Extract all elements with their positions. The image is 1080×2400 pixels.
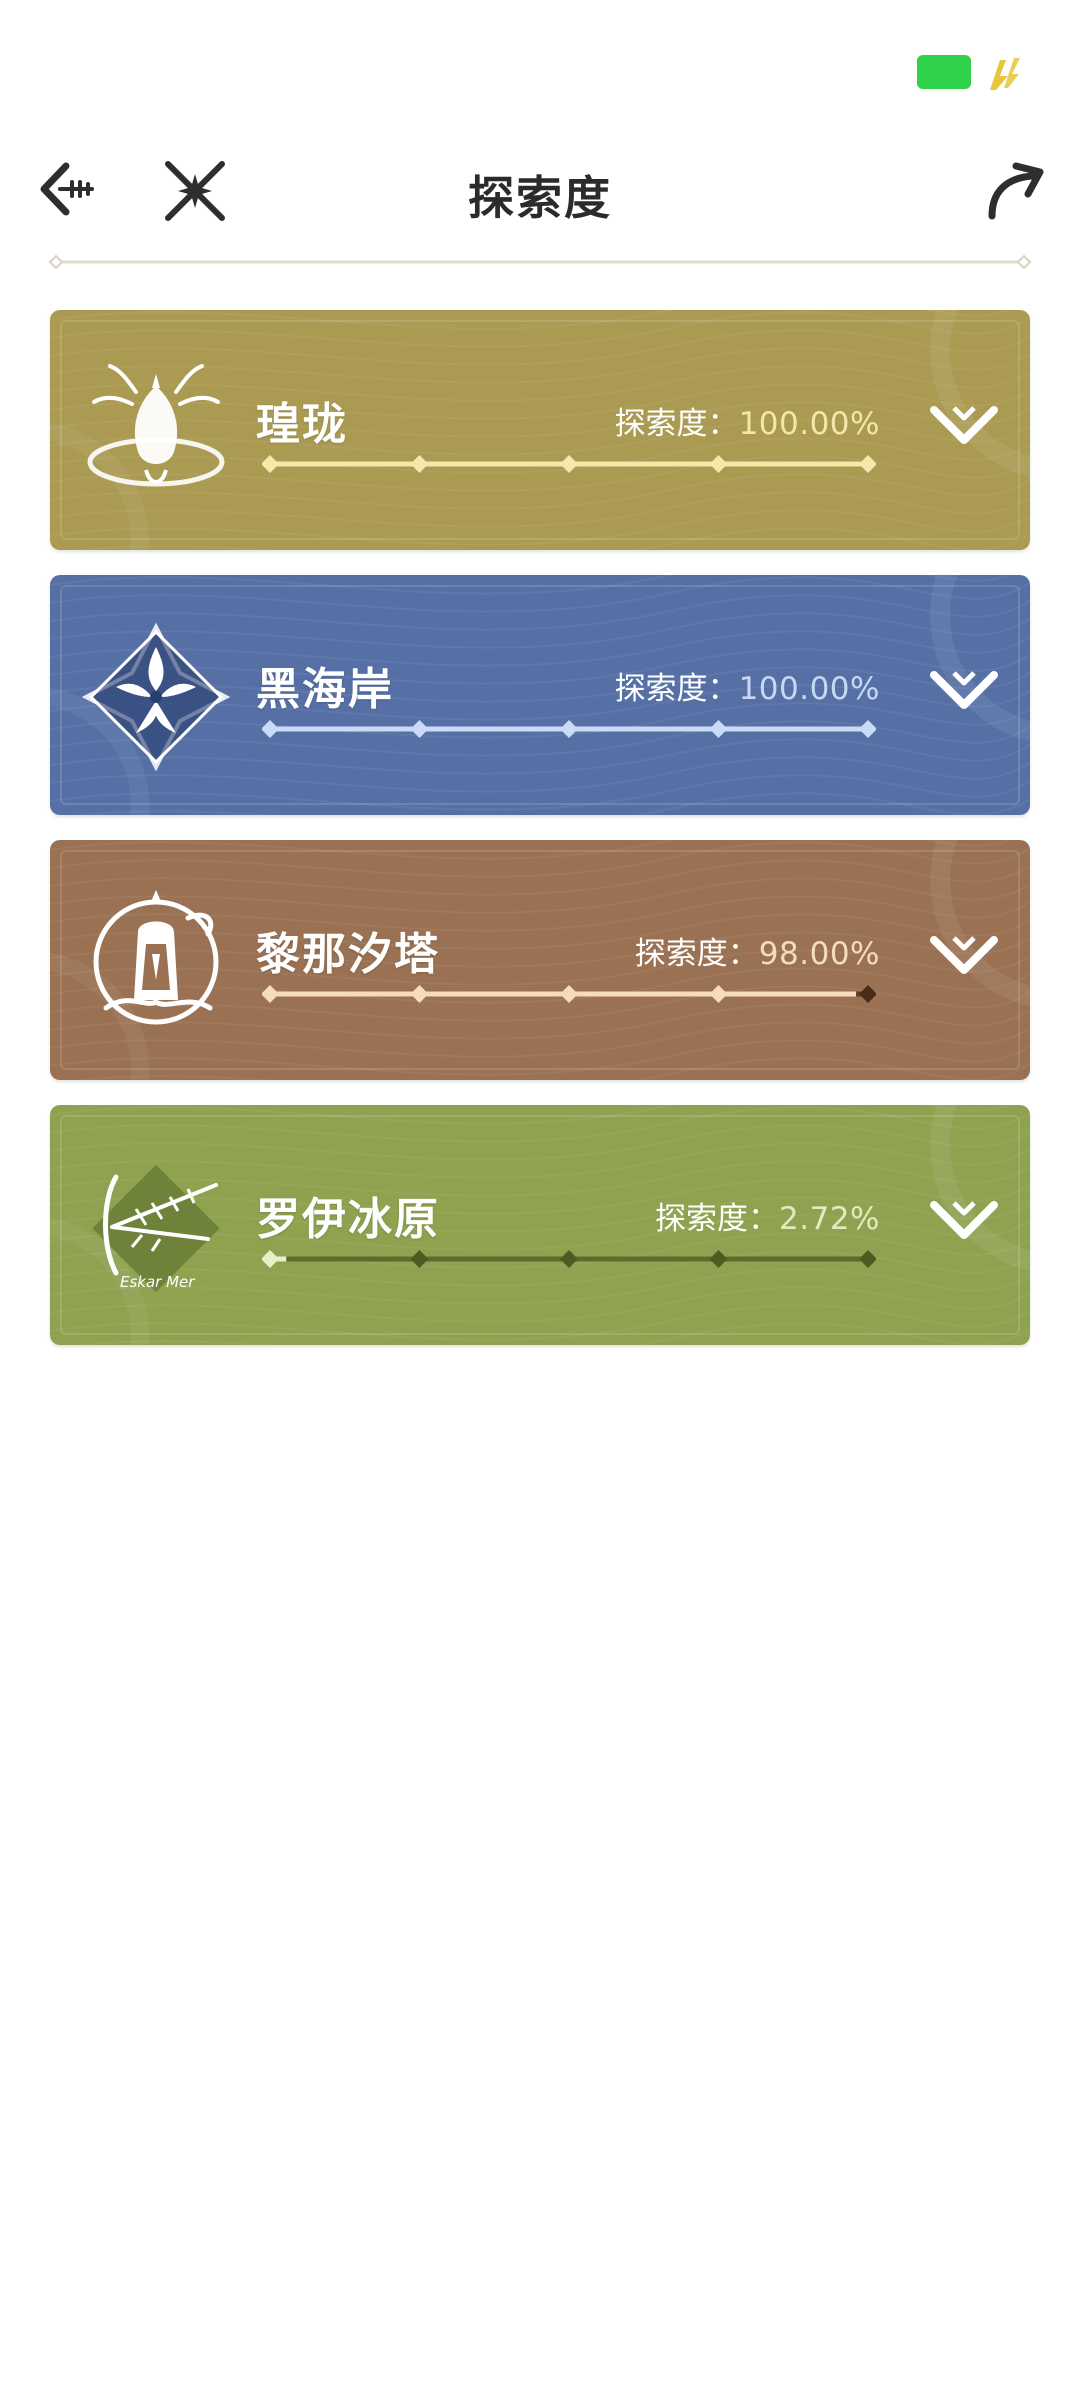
exploration-progress: 探索度：100.00%: [615, 398, 880, 443]
region-name: 罗伊冰原: [256, 1194, 440, 1245]
svg-text:Eskar Mer: Eskar Mer: [120, 1273, 195, 1291]
progress-value: 100.00%: [738, 406, 880, 442]
region-card[interactable]: 黑海岸 探索度：100.00%: [50, 575, 1030, 815]
progress-bar: [262, 455, 876, 473]
charging-bolt-icon: [990, 58, 1020, 90]
progress-bar: [262, 985, 876, 1003]
region-name: 黑海岸: [256, 664, 394, 715]
header-divider: [48, 254, 1032, 270]
exploration-progress: 探索度：2.72%: [655, 1193, 880, 1238]
region-card[interactable]: 黎那汐塔 探索度：98.00%: [50, 840, 1030, 1080]
progress-value: 2.72%: [779, 1201, 880, 1237]
progress-bar: [262, 1250, 876, 1268]
share-arrow-icon[interactable]: [982, 158, 1046, 222]
chevron-down-icon[interactable]: [928, 665, 1000, 715]
progress-label: 探索度：: [634, 936, 759, 972]
flower-star-emblem-icon: [81, 622, 231, 772]
progress-bar: [262, 720, 876, 738]
lantern-tower-emblem-icon: [93, 890, 219, 1025]
region-name: 黎那汐塔: [256, 929, 440, 980]
ice-crest-emblem-icon: Eskar Mer: [92, 1164, 220, 1293]
chevron-down-icon[interactable]: [928, 400, 1000, 450]
dragon-emblem-icon: [87, 364, 225, 487]
progress-value: 100.00%: [738, 671, 880, 707]
page-title: 探索度: [468, 171, 612, 225]
chevron-down-icon[interactable]: [928, 930, 1000, 980]
battery-icon: [917, 55, 971, 89]
region-card[interactable]: Eskar Mer 罗伊冰原 探索度：2.72%: [50, 1105, 1030, 1345]
top-bar: 探索度: [0, 140, 1080, 240]
region-name: 瑝珑: [256, 399, 348, 450]
progress-label: 探索度：: [614, 406, 739, 442]
chevron-down-icon[interactable]: [928, 1195, 1000, 1245]
region-card[interactable]: 瑝珑 探索度：100.00%: [50, 310, 1030, 550]
exploration-progress: 探索度：100.00%: [615, 663, 880, 708]
progress-label: 探索度：: [655, 1201, 780, 1237]
progress-value: 98.00%: [758, 936, 880, 972]
progress-label: 探索度：: [614, 671, 739, 707]
exploration-progress: 探索度：98.00%: [635, 928, 880, 973]
